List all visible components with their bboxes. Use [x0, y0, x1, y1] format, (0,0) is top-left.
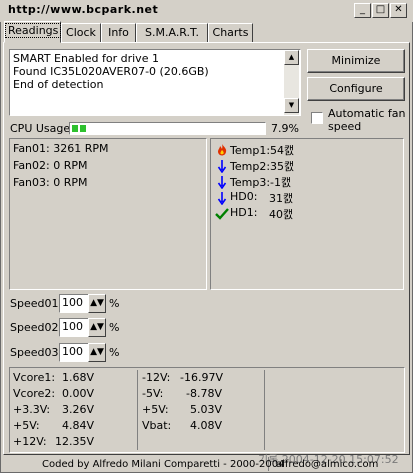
temp-value: -1캜	[270, 176, 292, 189]
credits-text: Coded by Alfredo Milani Comparetti - 200…	[42, 459, 285, 470]
vcore1-value: 1.68V	[62, 371, 95, 384]
vcore1-label: Vcore1:	[13, 371, 56, 384]
speed02-label: Speed02:	[10, 321, 63, 334]
vcore2-value: 0.00V	[62, 387, 95, 400]
minus-12v-value: -16.97V	[180, 371, 223, 384]
fan-value: 3261 RPM	[53, 142, 109, 155]
plus-3v3-label: +3.3V:	[13, 403, 51, 416]
temp2-reading: Temp2:35캜	[230, 158, 294, 174]
fan-label: Fan02:	[13, 159, 50, 172]
speed02-input[interactable]: 100	[59, 318, 89, 337]
cpu-usage-bar	[69, 122, 266, 135]
plus-3v3-value: 3.26V	[62, 403, 95, 416]
temp-value: 35캜	[270, 160, 295, 173]
speed01-input[interactable]: 100	[59, 294, 89, 313]
voltage-column-divider	[137, 370, 138, 450]
plus-12v-label: +12V:	[13, 435, 47, 448]
speed01-unit: %	[109, 297, 120, 310]
automatic-fan-speed-checkbox[interactable]	[311, 112, 323, 124]
fan-label: Fan03:	[13, 176, 50, 189]
voltage-readings-box: Vcore1: 1.68V Vcore2: 0.00V +3.3V: 3.26V…	[9, 367, 405, 453]
vcore2-label: Vcore2:	[13, 387, 56, 400]
cpu-usage-label: CPU Usage	[10, 122, 71, 135]
plus-5v-value: 4.84V	[62, 419, 95, 432]
fan03-reading: Fan03: 0 RPM	[13, 176, 88, 189]
speed02-spinner-icon[interactable]: ▲▼	[88, 318, 106, 337]
plus-5v-b-label: +5V:	[142, 403, 169, 416]
temp3-reading: Temp3:-1캜	[230, 174, 291, 190]
minimize-window-button[interactable]: _	[354, 3, 371, 18]
fan01-reading: Fan01: 3261 RPM	[13, 142, 109, 155]
fan02-reading: Fan02: 0 RPM	[13, 159, 88, 172]
temp-label: HD1:	[230, 206, 258, 219]
temp-value: 54캜	[270, 144, 295, 157]
tab-charts[interactable]: Charts	[208, 23, 253, 42]
plus-5v-b-value: 5.03V	[190, 403, 223, 416]
speed03-label: Speed03:	[10, 346, 63, 359]
author-email[interactable]: alfredo@almico.com	[276, 459, 378, 470]
speed01-spinner-icon[interactable]: ▲▼	[88, 294, 106, 313]
automatic-fan-speed-label: Automatic fan	[328, 107, 406, 120]
window-title: http://www.bcpark.net	[8, 3, 159, 16]
temperature-readings-box: Temp1:54캜 Temp2:35캜 Temp3:-1캜 HD0: 31캜 H…	[210, 138, 404, 290]
log-line: SMART Enabled for drive 1	[13, 52, 159, 65]
hd0-reading: HD0:	[230, 190, 257, 203]
plus-12v-value: 12.35V	[55, 435, 95, 448]
checkmark-icon	[215, 208, 229, 220]
speed02-unit: %	[109, 321, 120, 334]
vbat-value: 4.08V	[190, 419, 223, 432]
close-window-button[interactable]: ✕	[390, 3, 407, 18]
automatic-fan-speed-label: speed	[328, 120, 362, 133]
minus-5v-label: -5V:	[142, 387, 164, 400]
speed03-unit: %	[109, 346, 120, 359]
fan-readings-box: Fan01: 3261 RPM Fan02: 0 RPM Fan03: 0 RP…	[9, 138, 207, 290]
log-scrollbar[interactable]: ▲ ▼	[284, 50, 299, 115]
cpu-usage-segment	[80, 125, 86, 132]
flame-icon	[218, 144, 227, 156]
log-line: End of detection	[13, 78, 104, 91]
minimize-button[interactable]: Minimize	[307, 49, 405, 73]
speed03-spinner-icon[interactable]: ▲▼	[88, 343, 106, 362]
hd1-reading: HD1:	[230, 206, 257, 219]
temp-label: Temp2:	[230, 160, 271, 173]
minus-5v-value: -8.78V	[186, 387, 222, 400]
fan-label: Fan01:	[13, 142, 50, 155]
tab-readings[interactable]: Readings	[4, 21, 62, 43]
arrow-down-icon	[217, 176, 227, 189]
tab-info[interactable]: Info	[101, 23, 136, 42]
scroll-up-icon[interactable]: ▲	[284, 50, 299, 65]
hd1-value: 40캜	[269, 208, 294, 221]
maximize-window-button[interactable]: □	[372, 3, 389, 18]
scroll-down-icon[interactable]: ▼	[284, 98, 299, 113]
fan-value: 0 RPM	[53, 176, 88, 189]
speed01-label: Speed01:	[10, 297, 63, 310]
voltage-column-divider	[264, 370, 265, 450]
log-line: Found IC35L020AVER07-0 (20.6GB)	[13, 65, 209, 78]
cpu-usage-segment	[72, 125, 78, 132]
plus-5v-label: +5V:	[13, 419, 40, 432]
temp-label: HD0:	[230, 190, 258, 203]
temp-label: Temp1:	[230, 144, 271, 157]
vbat-label: Vbat:	[142, 419, 172, 432]
arrow-down-icon	[217, 160, 227, 173]
speed03-input[interactable]: 100	[59, 343, 89, 362]
arrow-down-icon	[217, 192, 227, 205]
temp-label: Temp3:	[230, 176, 271, 189]
cpu-usage-percent: 7.9%	[271, 122, 299, 135]
title-bar[interactable]: http://www.bcpark.net _ □ ✕	[0, 0, 413, 22]
temp1-reading: Temp1:54캜	[230, 142, 294, 158]
hd0-value: 31캜	[269, 192, 294, 205]
minus-12v-label: -12V:	[142, 371, 171, 384]
tab-clock[interactable]: Clock	[61, 23, 101, 42]
fan-value: 0 RPM	[53, 159, 88, 172]
detection-log[interactable]: SMART Enabled for drive 1 Found IC35L020…	[9, 49, 301, 116]
tab-smart[interactable]: S.M.A.R.T.	[136, 23, 208, 42]
configure-button[interactable]: Configure	[307, 77, 405, 101]
tab-readings-label: Readings	[5, 23, 62, 38]
